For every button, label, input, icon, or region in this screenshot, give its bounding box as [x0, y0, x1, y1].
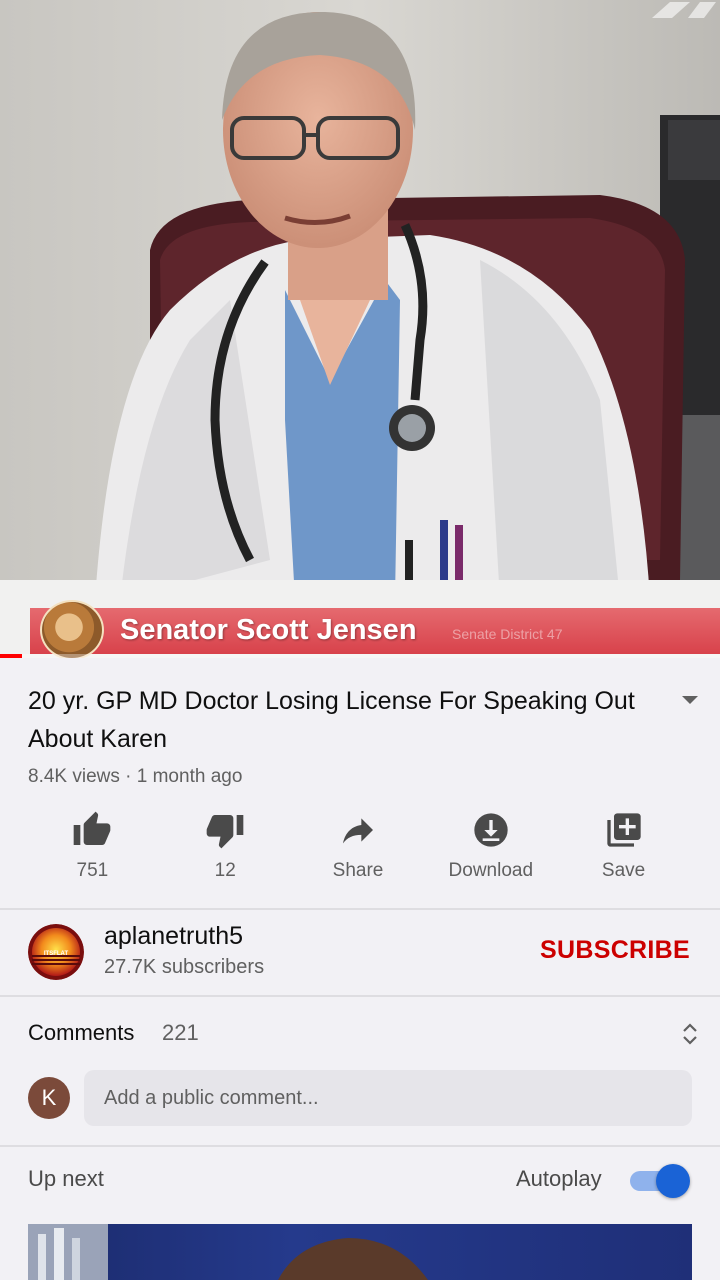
save-playlist-icon	[604, 810, 644, 850]
lower-third-banner: Senator Scott Jensen Senate District 47	[0, 600, 720, 658]
autoplay-label: Autoplay	[516, 1166, 602, 1191]
divider	[0, 908, 720, 910]
save-label: Save	[601, 860, 646, 881]
autoplay-toggle[interactable]	[628, 1164, 694, 1198]
channel-avatar[interactable]: ITSFLAT	[28, 924, 84, 980]
comment-input[interactable]	[84, 1070, 692, 1126]
video-meta: 8.4K views · 1 month ago	[28, 766, 243, 787]
dislike-button[interactable]: 12	[159, 810, 292, 890]
banner-name: Senator Scott Jensen	[120, 614, 417, 646]
divider	[0, 995, 720, 997]
share-button[interactable]: Share	[292, 810, 425, 890]
like-button[interactable]: 751	[26, 810, 159, 890]
watch-page: Senator Scott Jensen Senate District 47 …	[0, 0, 720, 1280]
video-frame	[0, 0, 720, 658]
subscriber-count: 27.7K subscribers	[104, 956, 265, 978]
thumbs-down-icon	[205, 810, 245, 850]
video-progress-fill	[0, 654, 22, 658]
divider	[0, 1145, 720, 1147]
video-progress-bar[interactable]	[0, 654, 720, 658]
download-label: Download	[448, 860, 534, 881]
download-button[interactable]: Download	[424, 810, 557, 890]
next-video-thumbnail[interactable]	[28, 1224, 692, 1280]
download-icon	[471, 810, 511, 850]
save-button[interactable]: Save	[557, 810, 690, 890]
toggle-knob	[656, 1164, 690, 1198]
banner-subtitle: Senate District 47	[452, 626, 563, 642]
expand-chevron-icon[interactable]	[680, 694, 700, 706]
subscribe-button[interactable]: SUBSCRIBE	[540, 936, 690, 965]
like-count: 751	[76, 860, 109, 881]
video-title[interactable]: 20 yr. GP MD Doctor Losing License For S…	[28, 682, 648, 758]
sort-icon[interactable]	[680, 1020, 700, 1048]
dislike-count: 12	[214, 860, 236, 881]
share-label: Share	[332, 860, 384, 881]
channel-avatar-text: ITSFLAT	[44, 951, 69, 957]
comments-title[interactable]: Comments	[28, 1020, 134, 1046]
senate-seal-icon	[40, 600, 104, 658]
video-player[interactable]: Senator Scott Jensen Senate District 47	[0, 0, 720, 658]
comments-count: 221	[162, 1020, 199, 1045]
user-avatar: K	[28, 1077, 70, 1119]
up-next-label: Up next	[28, 1166, 104, 1191]
action-bar: 751 12 Share Download Save	[26, 810, 690, 890]
share-icon	[338, 810, 378, 850]
channel-name[interactable]: aplanetruth5	[104, 922, 243, 951]
thumbs-up-icon	[72, 810, 112, 850]
